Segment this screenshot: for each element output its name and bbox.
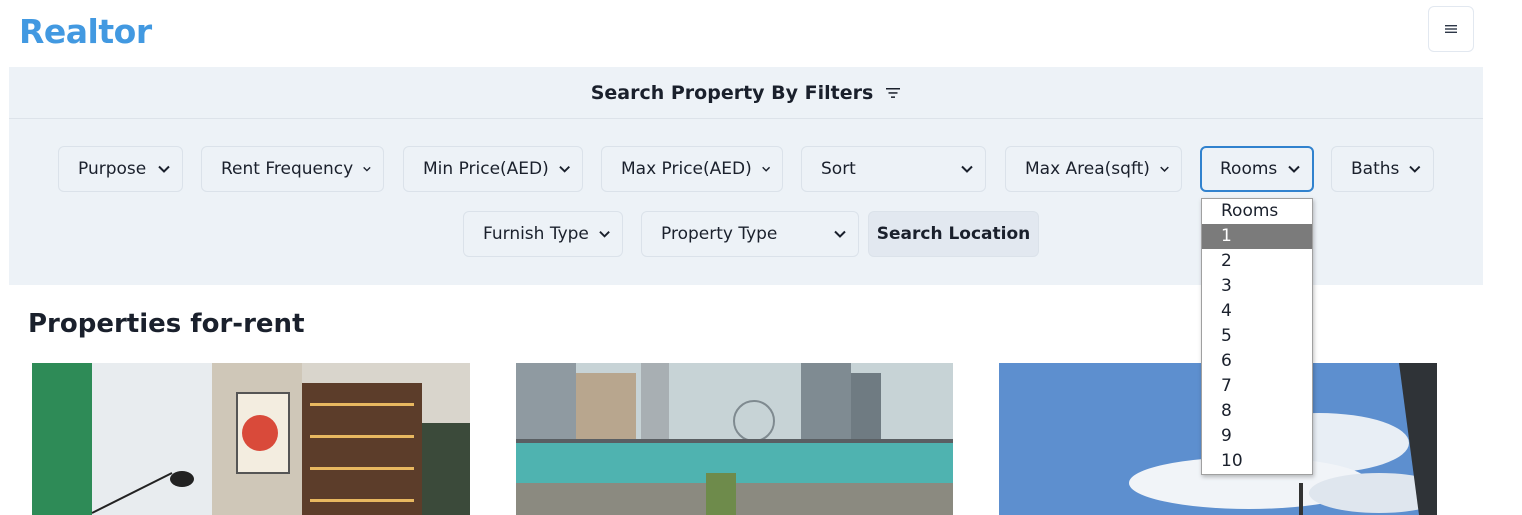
filter-header-label: Search Property By Filters bbox=[590, 81, 874, 104]
hamburger-icon bbox=[1445, 25, 1457, 33]
chevron-down-icon bbox=[761, 166, 770, 172]
dropdown-option[interactable]: 8 bbox=[1202, 399, 1312, 424]
sort-select[interactable]: Sort bbox=[801, 146, 986, 192]
filter-icon bbox=[886, 87, 901, 98]
max-area-select[interactable]: Max Area(sqft) bbox=[1005, 146, 1182, 192]
purpose-select[interactable]: Purpose bbox=[58, 146, 183, 192]
search-location-button[interactable]: Search Location bbox=[868, 211, 1039, 257]
baths-select[interactable]: Baths bbox=[1331, 146, 1434, 192]
filter-header[interactable]: Search Property By Filters bbox=[9, 67, 1483, 119]
rooms-select[interactable]: Rooms bbox=[1200, 146, 1314, 192]
chevron-down-icon bbox=[1409, 165, 1421, 173]
dropdown-option[interactable]: 3 bbox=[1202, 274, 1312, 299]
chevron-down-icon bbox=[961, 165, 973, 173]
chevron-down-icon bbox=[158, 165, 170, 173]
rooms-dropdown-list[interactable]: Rooms 1 2 3 4 5 6 7 8 9 10 bbox=[1201, 198, 1313, 475]
dropdown-option[interactable]: 4 bbox=[1202, 299, 1312, 324]
rent-frequency-select[interactable]: Rent Frequency bbox=[201, 146, 384, 192]
dropdown-option[interactable]: 10 bbox=[1202, 449, 1312, 474]
menu-button[interactable] bbox=[1428, 6, 1474, 52]
dropdown-option[interactable]: 5 bbox=[1202, 324, 1312, 349]
properties-heading: Properties for-rent bbox=[28, 309, 305, 339]
property-card-image[interactable] bbox=[516, 363, 953, 515]
dropdown-option[interactable]: 6 bbox=[1202, 349, 1312, 374]
max-price-select[interactable]: Max Price(AED) bbox=[601, 146, 783, 192]
chevron-down-icon bbox=[559, 165, 570, 173]
furnish-type-select[interactable]: Furnish Type bbox=[463, 211, 623, 257]
property-card-image[interactable] bbox=[32, 363, 470, 515]
property-type-select[interactable]: Property Type bbox=[641, 211, 859, 257]
dropdown-option[interactable]: 2 bbox=[1202, 249, 1312, 274]
dropdown-option[interactable]: 7 bbox=[1202, 374, 1312, 399]
chevron-down-icon bbox=[599, 231, 610, 238]
dropdown-option[interactable]: 9 bbox=[1202, 424, 1312, 449]
chevron-down-icon bbox=[363, 166, 371, 172]
brand-logo[interactable]: Realtor bbox=[19, 12, 152, 51]
dropdown-option[interactable]: Rooms bbox=[1202, 199, 1312, 224]
dropdown-option[interactable]: 1 bbox=[1202, 224, 1312, 249]
chevron-down-icon bbox=[1160, 166, 1169, 172]
min-price-select[interactable]: Min Price(AED) bbox=[403, 146, 583, 192]
chevron-down-icon bbox=[1288, 165, 1300, 173]
chevron-down-icon bbox=[834, 230, 846, 238]
